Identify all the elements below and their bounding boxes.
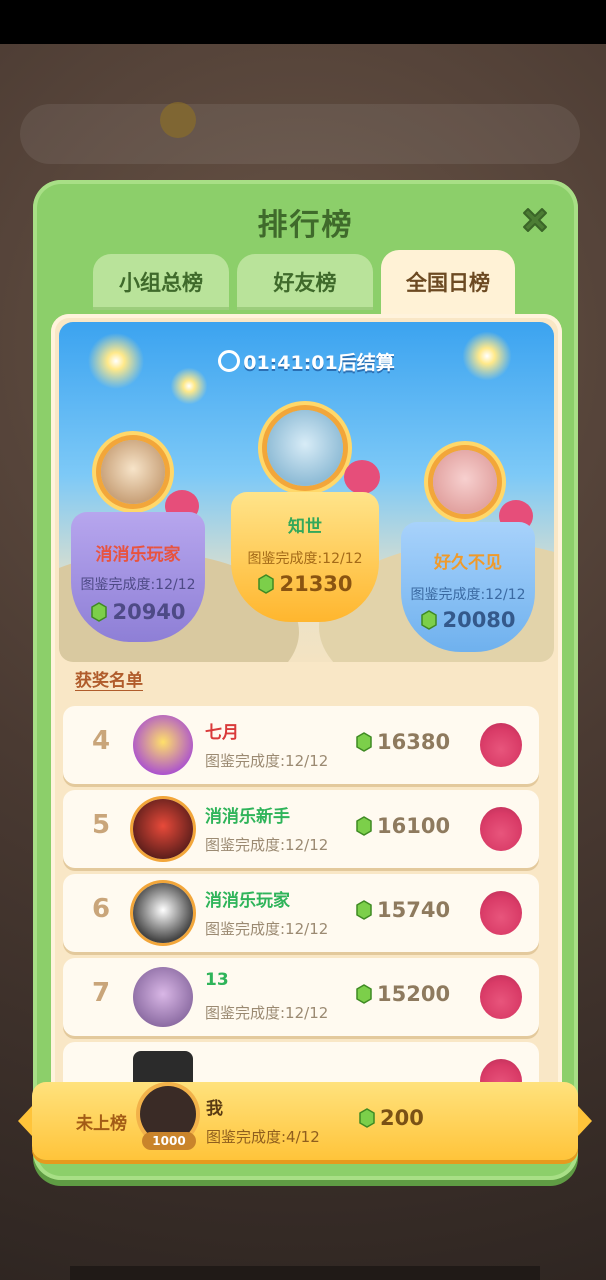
pet-badge-icon [480,975,522,1019]
second-place-name: 消消乐玩家 [95,545,181,565]
close-button[interactable] [511,196,559,244]
player-avatar[interactable] [133,967,193,1027]
timer-time: 01:41:01 [243,352,338,374]
my-rank-bar[interactable]: 未上榜 1000 我 图鉴完成度:4/12 200 [18,1082,592,1160]
tab-group-total[interactable]: 小组总榜 [93,254,229,310]
gem-icon [356,732,372,752]
player-score-row: 16380 [355,730,450,754]
tab-label: 全国日榜 [406,271,490,295]
leaderboard-panel: 排行榜 小组总榜 好友榜 全国日榜 01:41:01后结算 消消乐玩家 图鉴完成… [33,180,578,1180]
my-rank-status: 未上榜 [76,1114,127,1134]
rank-number: 6 [91,894,111,924]
first-place-progress: 图鉴完成度:12/12 [247,551,363,567]
gem-icon [356,900,372,920]
winners-list-title: 获奖名单 [75,671,143,691]
third-place-progress: 图鉴完成度:12/12 [410,587,526,603]
pet-badge-icon [480,807,522,851]
clock-icon [218,350,241,372]
player-name: 七月 [205,723,239,743]
pet-badge-icon [480,891,522,935]
player-score-row: 15740 [355,898,450,922]
player-name: 消消乐新手 [205,807,290,827]
first-place-name: 知世 [288,517,322,537]
background-bottom-bar [70,1266,540,1280]
player-score-row: 16100 [355,814,450,838]
gem-icon [356,984,372,1004]
leaderboard-content: 01:41:01后结算 消消乐玩家 图鉴完成度:12/12 20940 知世 图… [51,314,562,1164]
ranking-row[interactable]: 4 七月 图鉴完成度:12/12 16380 [63,706,539,784]
ranking-row[interactable]: 5 消消乐新手 图鉴完成度:12/12 16100 [63,790,539,868]
player-progress: 图鉴完成度:12/12 [205,836,329,854]
third-place-avatar[interactable] [433,450,497,514]
first-place-score-row: 21330 [231,572,379,596]
player-name: 消消乐玩家 [205,891,290,911]
my-progress: 图鉴完成度:4/12 [206,1128,320,1146]
player-progress: 图鉴完成度:12/12 [205,752,329,770]
gem-icon [421,610,438,630]
tab-national-daily[interactable]: 全国日榜 [381,250,515,314]
player-progress: 图鉴完成度:12/12 [205,920,329,938]
player-score-row: 15200 [355,982,450,1006]
third-place-score-row: 20080 [401,608,535,632]
player-score: 16380 [377,730,451,754]
background-coin-icon [160,102,196,138]
tab-label: 好友榜 [273,271,337,295]
first-place-score: 21330 [279,572,353,596]
gem-icon [258,574,275,594]
second-place-avatar[interactable] [101,440,165,504]
player-avatar[interactable] [133,715,193,775]
player-score: 16100 [377,814,451,838]
background-top-bar [20,104,580,164]
second-place-score: 20940 [112,600,186,624]
first-place-card[interactable]: 知世 图鉴完成度:12/12 21330 [231,492,379,622]
rank-number: 5 [91,810,111,840]
third-place-card[interactable]: 好久不见 图鉴完成度:12/12 20080 [401,522,535,652]
second-place-score-row: 20940 [71,600,205,624]
third-place-score: 20080 [442,608,516,632]
my-score: 200 [380,1106,424,1130]
panel-title: 排行榜 [257,208,354,243]
first-place-avatar[interactable] [267,410,343,486]
second-place-card[interactable]: 消消乐玩家 图鉴完成度:12/12 20940 [71,512,205,642]
player-avatar[interactable] [133,883,193,943]
rank-number: 4 [91,726,111,756]
countdown-timer: 01:41:01后结算 [59,348,554,375]
podium-area: 01:41:01后结算 消消乐玩家 图鉴完成度:12/12 20940 知世 图… [59,322,554,662]
gem-icon [356,816,372,836]
player-avatar[interactable] [133,799,193,859]
player-score: 15740 [377,898,451,922]
third-place-name: 好久不见 [434,553,502,573]
tab-friends[interactable]: 好友榜 [237,254,373,310]
my-level-badge: 1000 [142,1132,196,1150]
tab-label: 小组总榜 [119,271,203,295]
pet-badge-icon [480,723,522,767]
second-place-progress: 图鉴完成度:12/12 [80,577,196,593]
status-bar [0,0,606,44]
ranking-row[interactable]: 6 消消乐玩家 图鉴完成度:12/12 15740 [63,874,539,952]
player-progress: 图鉴完成度:12/12 [205,1004,329,1022]
gem-icon [359,1108,375,1128]
first-place-pet-icon [344,460,380,494]
rank-number: 7 [91,978,111,1008]
timer-suffix: 后结算 [337,352,395,374]
ranking-row[interactable]: 7 13 图鉴完成度:12/12 15200 [63,958,539,1036]
gem-icon [91,602,108,622]
close-icon [523,208,547,232]
my-score-row: 200 [358,1106,424,1130]
player-score: 15200 [377,982,451,1006]
my-name: 我 [206,1099,223,1119]
player-name: 13 [205,970,229,990]
